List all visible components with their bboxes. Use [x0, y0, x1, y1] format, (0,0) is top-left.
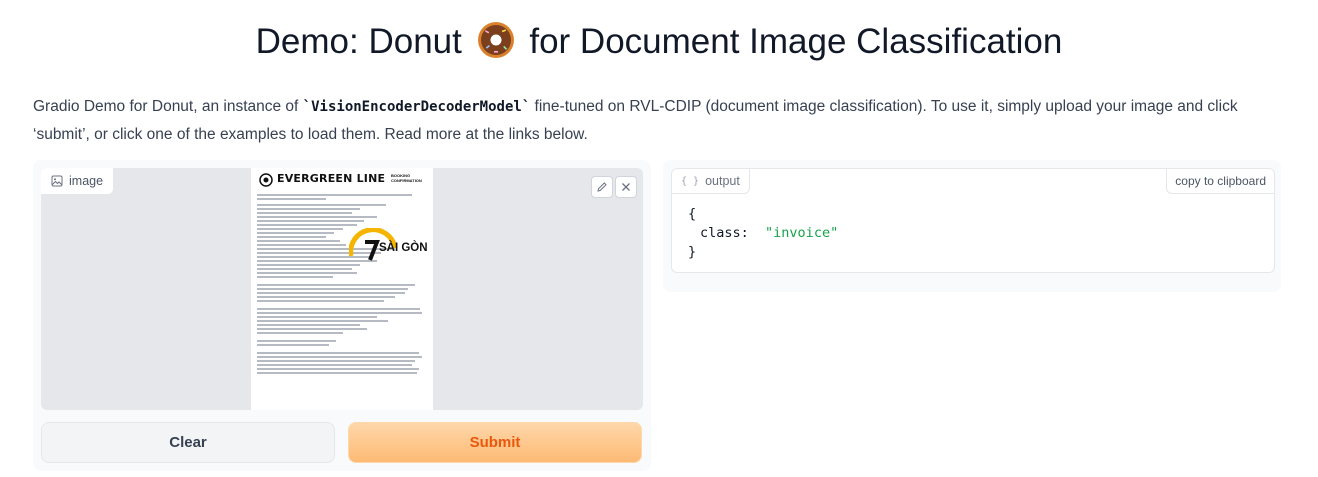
image-icon	[51, 175, 63, 187]
document-text-lines	[257, 194, 429, 376]
page-title: Demo: Donut for Document Image Classific…	[0, 20, 1318, 62]
description-text-1: Gradio Demo for Donut, an instance of	[33, 98, 303, 115]
copy-to-clipboard-button[interactable]: copy to clipboard	[1166, 169, 1274, 194]
evergreen-logo-icon	[259, 173, 273, 187]
json-entry: class: "invoice"	[688, 224, 838, 243]
clear-button[interactable]: Clear	[41, 422, 335, 463]
close-icon	[622, 183, 630, 191]
json-open-brace: {	[688, 206, 697, 222]
document-brand: EVERGREEN LINE	[277, 172, 386, 185]
image-label: image	[41, 168, 115, 195]
title-prefix: Demo: Donut	[255, 22, 462, 61]
json-value: "invoice"	[765, 225, 839, 241]
uploaded-document-image: EVERGREEN LINE BOOKING CONFIRMATION SÀI …	[251, 168, 433, 410]
output-label-text: output	[705, 174, 740, 188]
description: Gradio Demo for Donut, an instance of `V…	[33, 93, 1288, 149]
title-suffix: for Document Image Classification	[529, 22, 1063, 61]
pencil-icon	[597, 182, 607, 192]
donut-icon	[477, 22, 514, 58]
image-upload[interactable]: EVERGREEN LINE BOOKING CONFIRMATION SÀI …	[41, 168, 643, 410]
json-output: { } output copy to clipboard { class: "i…	[671, 168, 1275, 273]
image-label-text: image	[69, 174, 104, 188]
clear-image-button[interactable]	[615, 176, 637, 198]
edit-button[interactable]	[591, 176, 613, 198]
output-label: { } output	[672, 169, 750, 194]
json-view: { class: "invoice" }	[688, 205, 838, 262]
json-braces-icon: { }	[681, 175, 700, 187]
document-brand-sub: BOOKING CONFIRMATION	[391, 173, 422, 183]
json-close-brace: }	[688, 244, 697, 260]
document-header: EVERGREEN LINE BOOKING CONFIRMATION	[259, 172, 429, 190]
input-panel: EVERGREEN LINE BOOKING CONFIRMATION SÀI …	[33, 160, 651, 471]
output-panel: { } output copy to clipboard { class: "i…	[663, 160, 1281, 292]
document-stamp: SÀI GÒN	[349, 228, 429, 264]
submit-button[interactable]: Submit	[348, 422, 642, 463]
stamp-text: SÀI GÒN	[379, 242, 428, 254]
description-code: `VisionEncoderDecoderModel`	[302, 99, 531, 115]
json-key: class:	[700, 225, 749, 241]
